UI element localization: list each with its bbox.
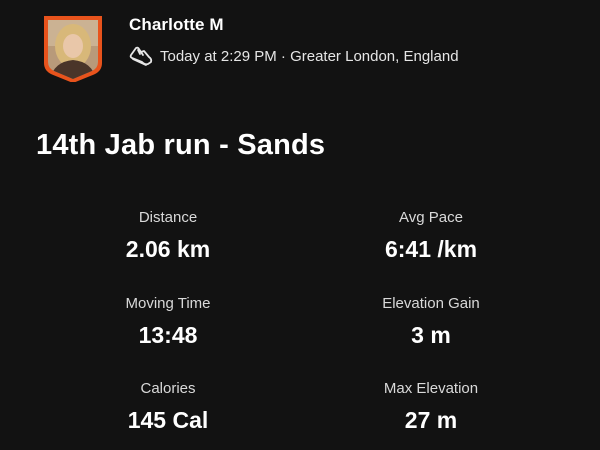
- stat-moving-time: Moving Time 13:48: [68, 294, 268, 348]
- stat-avg-pace: Avg Pace 6:41 /km: [331, 208, 531, 262]
- stat-elevation-gain: Elevation Gain 3 m: [331, 294, 531, 348]
- activity-meta: Today at 2:29 PM · Greater London, Engla…: [128, 44, 459, 68]
- activity-header: Charlotte M Today at 2:29 PM · Greater L…: [0, 0, 600, 100]
- activity-location: Greater London, England: [290, 47, 459, 65]
- stat-max-elevation: Max Elevation 27 m: [331, 379, 531, 433]
- author-name[interactable]: Charlotte M: [129, 15, 224, 35]
- activity-title[interactable]: 14th Jab run - Sands: [36, 129, 325, 162]
- stat-label: Elevation Gain: [382, 295, 480, 312]
- stat-value: 27 m: [404, 407, 458, 433]
- stat-label: Distance: [138, 209, 198, 226]
- stat-calories: Calories 145 Cal: [68, 379, 268, 433]
- stat-label: Calories: [140, 380, 196, 397]
- stat-value: 2.06 km: [125, 236, 211, 262]
- meta-separator: ·: [276, 47, 291, 65]
- stat-label: Moving Time: [125, 295, 211, 312]
- stat-label: Max Elevation: [383, 380, 479, 397]
- stat-label: Avg Pace: [399, 209, 463, 226]
- running-shoe-icon: [128, 45, 154, 67]
- stat-value: 13:48: [138, 322, 198, 348]
- activity-timestamp: Today at 2:29 PM: [160, 47, 277, 65]
- stat-value: 6:41 /km: [384, 236, 478, 262]
- stat-value: 3 m: [411, 322, 451, 348]
- avatar[interactable]: [42, 16, 104, 82]
- stat-value: 145 Cal: [127, 407, 209, 433]
- stat-distance: Distance 2.06 km: [68, 208, 268, 262]
